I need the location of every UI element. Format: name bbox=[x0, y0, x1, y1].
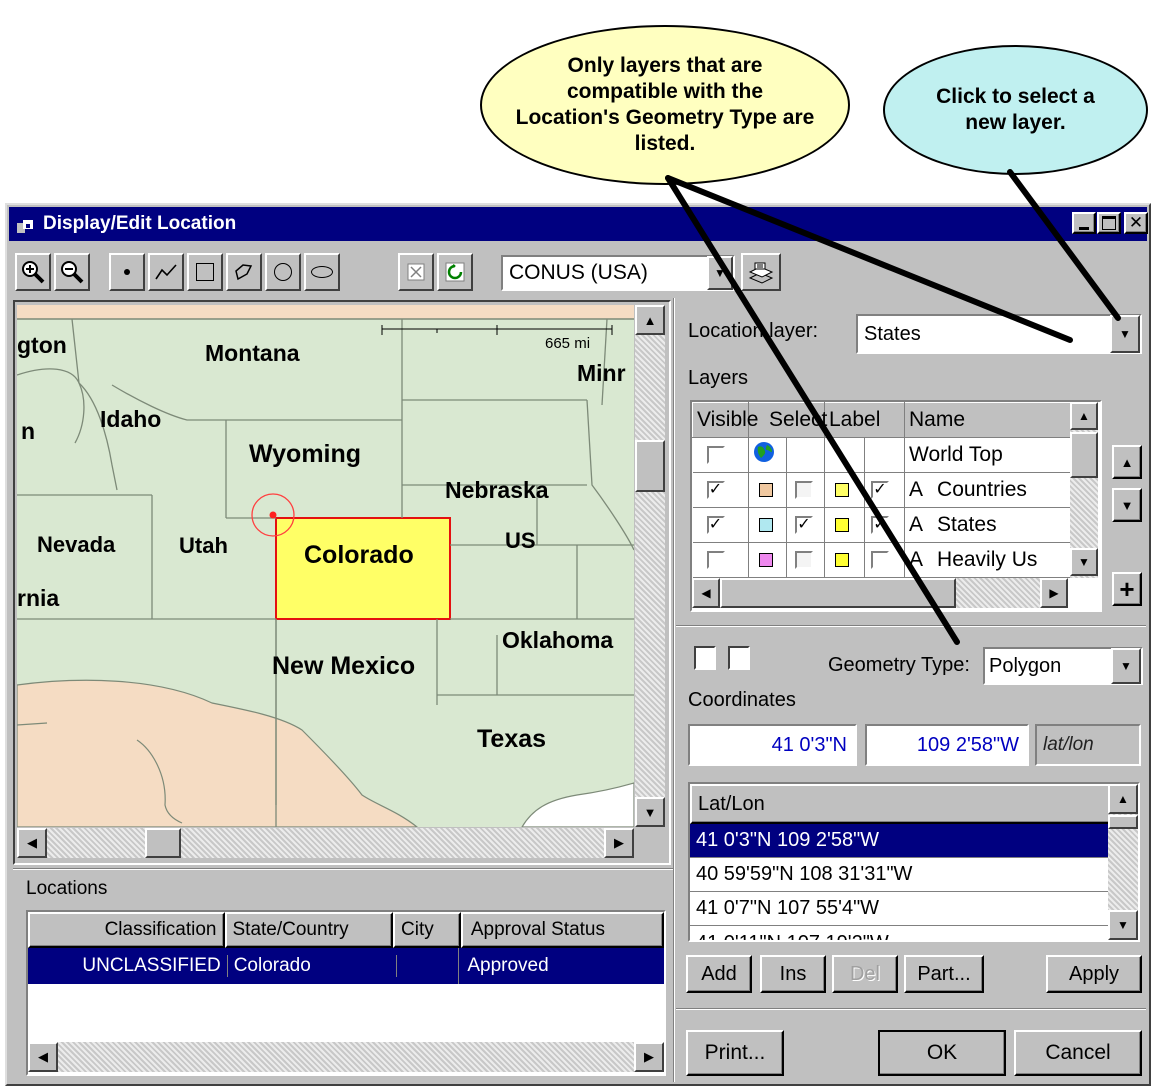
callout-pointers bbox=[665, 169, 1121, 645]
